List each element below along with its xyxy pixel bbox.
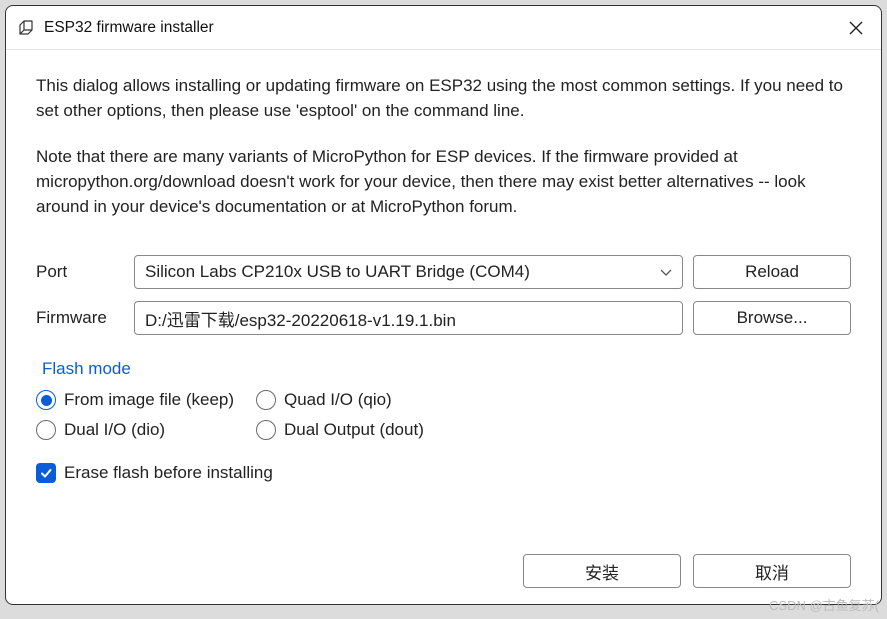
firmware-value: D:/迅雷下载/esp32-20220618-v1.19.1.bin	[145, 306, 456, 331]
chevron-down-icon	[660, 262, 672, 282]
erase-checkbox[interactable]: Erase flash before installing	[36, 463, 851, 483]
radio-from-image[interactable]: From image file (keep)	[36, 385, 256, 415]
intro-paragraph-2: Note that there are many variants of Mic…	[36, 145, 851, 219]
install-button[interactable]: 安装	[523, 554, 681, 588]
app-icon	[16, 18, 36, 38]
radio-qio[interactable]: Quad I/O (qio)	[256, 385, 476, 415]
radio-dout[interactable]: Dual Output (dout)	[256, 415, 476, 445]
port-value: Silicon Labs CP210x USB to UART Bridge (…	[145, 262, 530, 282]
dialog-window: ESP32 firmware installer This dialog all…	[5, 5, 882, 605]
erase-label: Erase flash before installing	[64, 463, 273, 483]
radio-label: Dual Output (dout)	[284, 420, 424, 440]
flash-mode-title: Flash mode	[42, 359, 851, 379]
close-icon	[849, 21, 863, 35]
window-title: ESP32 firmware installer	[44, 19, 833, 37]
radio-icon	[256, 390, 276, 410]
checkbox-icon	[36, 463, 56, 483]
dialog-footer: 安装 取消	[36, 534, 851, 588]
watermark: CSDN @古鱼复苏(	[769, 595, 879, 614]
close-button[interactable]	[833, 6, 879, 50]
intro-text: This dialog allows installing or updatin…	[36, 74, 851, 219]
radio-label: Quad I/O (qio)	[284, 390, 392, 410]
radio-icon	[36, 420, 56, 440]
intro-paragraph-1: This dialog allows installing or updatin…	[36, 74, 851, 123]
firmware-row: Firmware D:/迅雷下载/esp32-20220618-v1.19.1.…	[36, 301, 851, 335]
radio-icon	[256, 420, 276, 440]
port-select[interactable]: Silicon Labs CP210x USB to UART Bridge (…	[134, 255, 683, 289]
radio-label: From image file (keep)	[64, 390, 234, 410]
browse-button[interactable]: Browse...	[693, 301, 851, 335]
port-label: Port	[36, 262, 124, 282]
radio-icon	[36, 390, 56, 410]
port-row: Port Silicon Labs CP210x USB to UART Bri…	[36, 255, 851, 289]
firmware-input[interactable]: D:/迅雷下载/esp32-20220618-v1.19.1.bin	[134, 301, 683, 335]
titlebar: ESP32 firmware installer	[6, 6, 881, 50]
radio-dio[interactable]: Dual I/O (dio)	[36, 415, 256, 445]
cancel-button[interactable]: 取消	[693, 554, 851, 588]
flash-mode-options: From image file (keep) Quad I/O (qio) Du…	[36, 385, 476, 445]
dialog-content: This dialog allows installing or updatin…	[6, 50, 881, 604]
radio-label: Dual I/O (dio)	[64, 420, 165, 440]
flash-mode-group: Flash mode From image file (keep) Quad I…	[36, 359, 851, 445]
firmware-label: Firmware	[36, 308, 124, 328]
reload-button[interactable]: Reload	[693, 255, 851, 289]
